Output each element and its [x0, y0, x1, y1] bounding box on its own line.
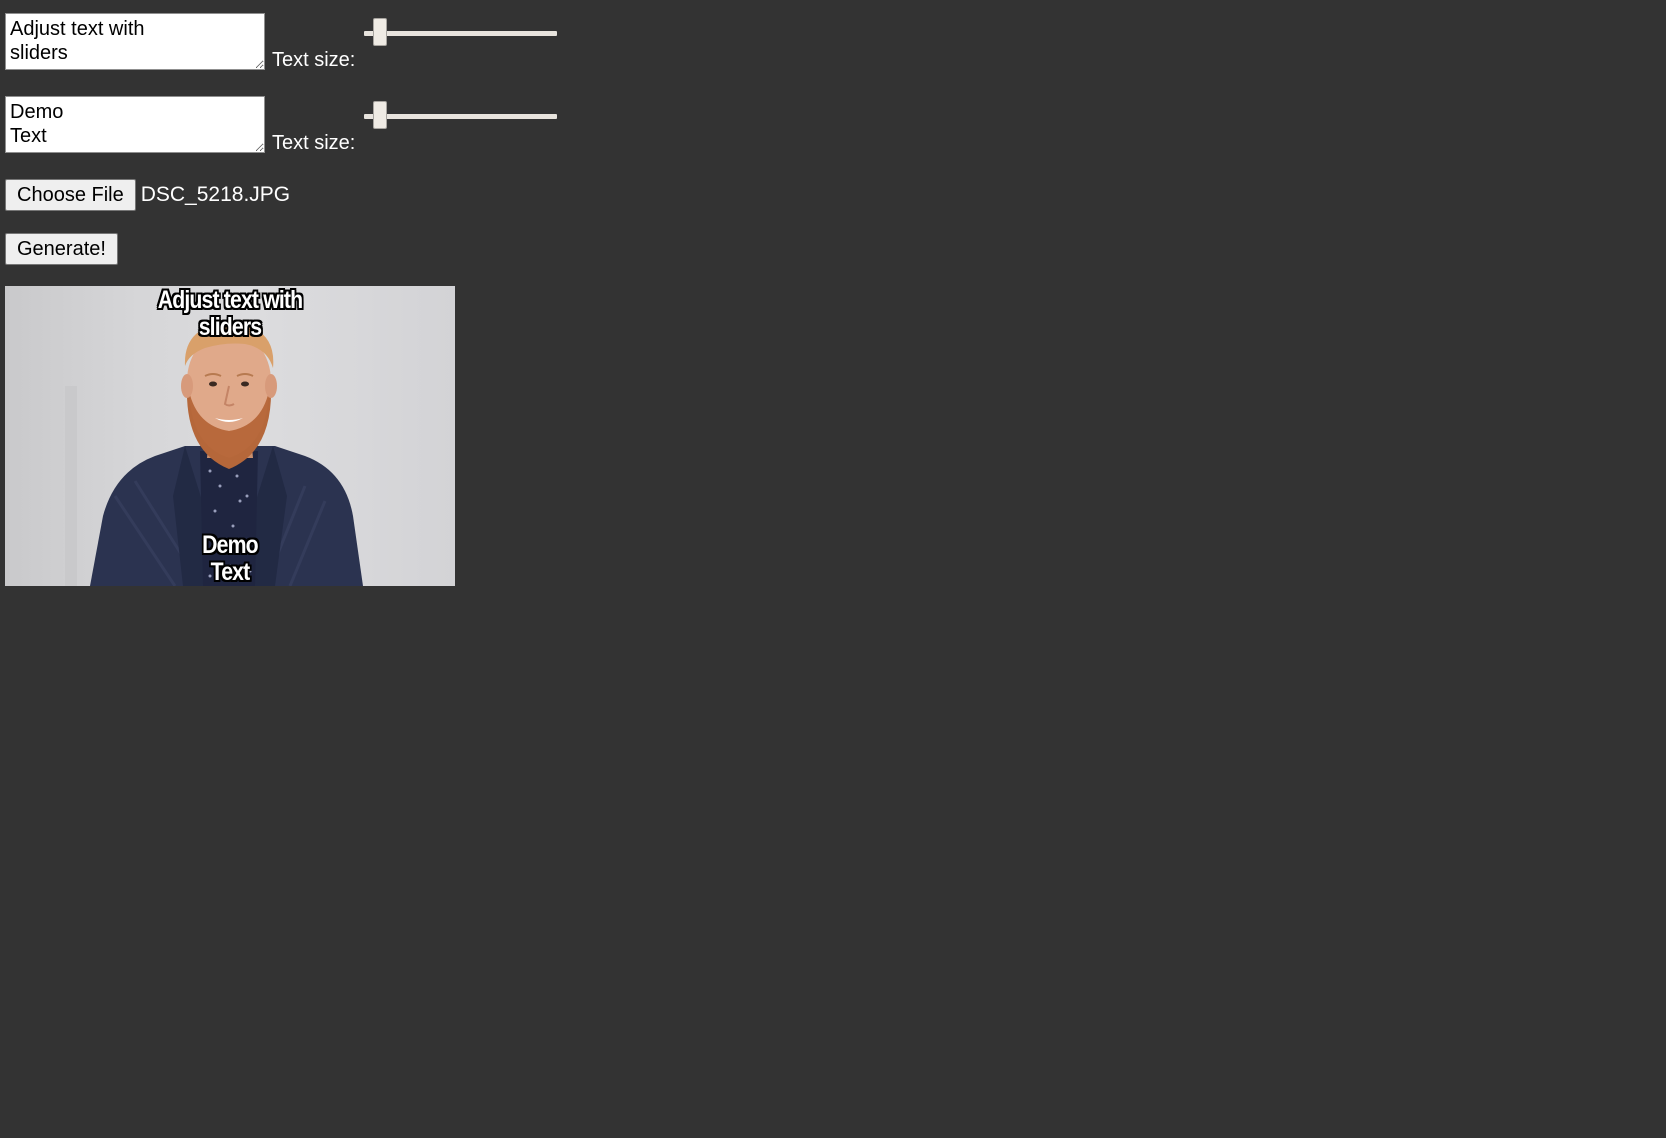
- slider-thumb[interactable]: [373, 101, 388, 129]
- top-text-size-slider[interactable]: [364, 18, 558, 48]
- photo-image: [65, 322, 363, 586]
- top-caption-row: Adjust text with sliders Text size:: [5, 13, 558, 71]
- bottom-caption-input[interactable]: Demo Text: [5, 96, 265, 153]
- generate-row: Generate!: [5, 233, 118, 265]
- top-caption-input[interactable]: Adjust text with sliders: [5, 13, 265, 70]
- choose-file-button[interactable]: Choose File: [5, 179, 136, 211]
- slider-thumb[interactable]: [373, 18, 388, 46]
- meme-canvas: Adjust text with sliders Demo Text: [5, 286, 455, 586]
- top-text-size-label: Text size:: [272, 49, 356, 71]
- bottom-caption-row: Demo Text Text size:: [5, 96, 558, 154]
- slider-track: [364, 114, 558, 119]
- bottom-text-size-slider[interactable]: [364, 101, 558, 131]
- bottom-text-size-label: Text size:: [272, 132, 356, 154]
- file-picker: Choose File DSC_5218.JPG: [5, 179, 290, 211]
- selected-file-name: DSC_5218.JPG: [140, 183, 291, 206]
- slider-track: [364, 31, 558, 36]
- generate-button[interactable]: Generate!: [5, 233, 118, 265]
- meme-generator-page: Adjust text with sliders Text size: Demo…: [0, 0, 1666, 1138]
